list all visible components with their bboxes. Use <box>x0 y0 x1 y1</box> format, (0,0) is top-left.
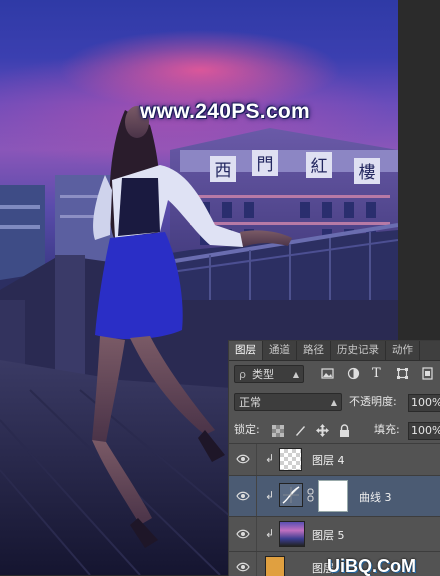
layer-row-selected[interactable]: ↲ 曲线 3 <box>229 475 440 516</box>
lock-fill-row: 锁定: 填充: 100% <box>229 421 440 441</box>
layers-panel: 图层 通道 路径 历史记录 动作 ρ 类型 ▲ T 正常 ▲ 不透明度: 100%… <box>228 340 440 576</box>
layer-row[interactable]: ↲ 图层 4 <box>229 443 440 475</box>
lock-position-icon[interactable] <box>316 424 329 437</box>
layer-name[interactable]: 曲线 3 <box>359 489 392 505</box>
clipping-mask-icon: ↲ <box>265 489 275 502</box>
tab-layers[interactable]: 图层 <box>229 341 263 360</box>
sign-char-4: 樓 <box>359 163 376 183</box>
layer-thumbnail <box>279 448 302 471</box>
blend-mode-value: 正常 <box>239 396 261 409</box>
type-filter-icon[interactable]: T <box>372 365 381 383</box>
lock-transparent-icon[interactable] <box>272 425 284 437</box>
blend-opacity-row: 正常 ▲ 不透明度: 100% <box>229 393 440 413</box>
select-arrow-icon: ▲ <box>330 398 337 407</box>
visibility-eye-icon[interactable] <box>236 562 250 572</box>
bottom-watermark: UiBQ.CoM <box>327 556 416 576</box>
tab-actions[interactable]: 动作 <box>386 341 420 360</box>
layer-thumbnail <box>265 556 285 576</box>
curves-adjustment-icon <box>279 483 303 507</box>
row-divider <box>256 476 257 516</box>
lock-all-icon[interactable] <box>339 424 350 437</box>
mask-link-icon[interactable] <box>307 488 314 502</box>
search-icon: ρ <box>239 368 246 381</box>
row-divider <box>256 517 257 551</box>
visibility-eye-icon[interactable] <box>236 454 250 464</box>
layer-row[interactable]: ↲ 图层 5 <box>229 516 440 551</box>
watermark-text: www.240PS.com <box>140 100 311 123</box>
lock-label: 锁定: <box>234 423 260 436</box>
opacity-label: 不透明度: <box>349 395 397 408</box>
row-divider <box>256 552 257 576</box>
tab-channels[interactable]: 通道 <box>263 341 297 360</box>
tab-history[interactable]: 历史记录 <box>331 341 386 360</box>
smart-object-filter-icon[interactable] <box>421 367 434 380</box>
row-divider <box>256 444 257 475</box>
opacity-field[interactable]: 100% <box>408 394 440 412</box>
lock-pixels-icon[interactable] <box>294 424 307 437</box>
sign-char-2: 門 <box>257 155 274 175</box>
image-filter-icon[interactable] <box>321 367 334 380</box>
shape-filter-icon[interactable] <box>396 367 409 380</box>
visibility-eye-icon[interactable] <box>236 491 250 501</box>
sign-char-1: 西 <box>215 161 232 181</box>
select-arrow-icon: ▲ <box>292 370 299 379</box>
fill-label: 填充: <box>374 423 400 436</box>
clipping-mask-icon: ↲ <box>265 452 275 465</box>
layer-name[interactable]: 图层 5 <box>312 527 345 543</box>
fill-field[interactable]: 100% <box>408 422 440 440</box>
adjustment-filter-icon[interactable] <box>347 367 360 380</box>
layer-mask-thumbnail[interactable] <box>318 480 348 512</box>
sign-char-3: 紅 <box>311 157 328 177</box>
clipping-mask-icon: ↲ <box>265 527 275 540</box>
visibility-eye-icon[interactable] <box>236 529 250 539</box>
layer-thumbnail <box>279 521 305 547</box>
layer-name[interactable]: 图层 4 <box>312 452 345 468</box>
filter-kind-label: 类型 <box>251 368 274 381</box>
filter-kind-select[interactable]: ρ 类型 ▲ <box>234 365 304 383</box>
tab-paths[interactable]: 路径 <box>297 341 331 360</box>
panel-tabs: 图层 通道 路径 历史记录 动作 <box>229 341 440 361</box>
blend-mode-select[interactable]: 正常 ▲ <box>234 393 342 411</box>
